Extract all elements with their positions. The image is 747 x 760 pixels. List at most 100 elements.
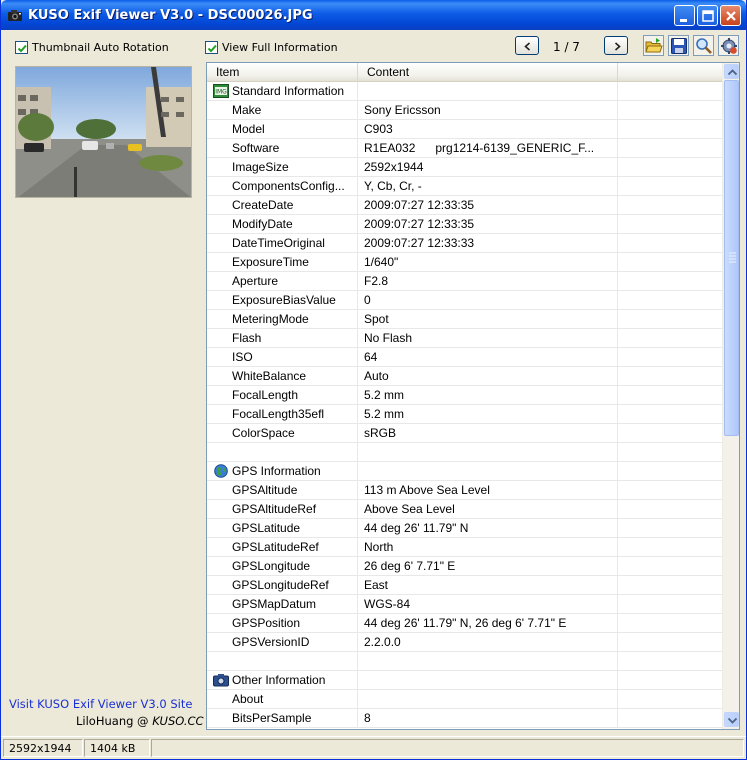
- item-cell: Aperture: [207, 272, 358, 290]
- table-row[interactable]: GPSLongitudeRef East: [207, 576, 724, 595]
- content-cell: sRGB: [358, 424, 618, 442]
- table-row[interactable]: GPSLatitude 44 deg 26' 11.79" N: [207, 519, 724, 538]
- table-row[interactable]: FocalLength35efl 5.2 mm: [207, 405, 724, 424]
- status-image-size: 2592x1944: [3, 739, 83, 757]
- content-cell: [358, 652, 618, 670]
- item-cell: GPSAltitudeRef: [207, 500, 358, 518]
- content-cell: 2009:07:27 12:33:33: [358, 234, 618, 252]
- item-cell: ComponentsConfig...: [207, 177, 358, 195]
- table-row[interactable]: GPSVersionID 2.2.0.0: [207, 633, 724, 652]
- table-row[interactable]: Make Sony Ericsson: [207, 101, 724, 120]
- content-cell: 5.2 mm: [358, 386, 618, 404]
- blank-row[interactable]: [207, 443, 724, 462]
- table-row[interactable]: ExposureTime 1/640": [207, 253, 724, 272]
- content-cell: [358, 443, 618, 461]
- table-row[interactable]: ComponentsConfig... Y, Cb, Cr, -: [207, 177, 724, 196]
- table-row[interactable]: GPSLatitudeRef North: [207, 538, 724, 557]
- status-file-size: 1404 kB: [84, 739, 150, 757]
- item-cell: GPSAltitude: [207, 481, 358, 499]
- blank-row[interactable]: [207, 652, 724, 671]
- content-cell: Auto: [358, 367, 618, 385]
- content-cell: 0: [358, 291, 618, 309]
- scroll-up-button[interactable]: [724, 64, 739, 79]
- author-credit: LiloHuang @ KUSO.CC: [76, 714, 204, 728]
- item-cell: GPSVersionID: [207, 633, 358, 651]
- table-row[interactable]: Software R1EA032 prg1214-6139_GENERIC_F..…: [207, 139, 724, 158]
- table-row[interactable]: Flash No Flash: [207, 329, 724, 348]
- credit-site: KUSO.CC: [152, 714, 204, 728]
- content-cell: 2009:07:27 12:33:35: [358, 196, 618, 214]
- minimize-button[interactable]: [674, 5, 695, 26]
- app-icon[interactable]: [7, 7, 23, 23]
- content-cell: [358, 671, 618, 689]
- content-cell: Spot: [358, 310, 618, 328]
- exif-list-view[interactable]: Item Content IMG Standard Information Make…: [206, 62, 740, 730]
- content-cell: 8: [358, 709, 618, 727]
- item-cell: FocalLength35efl: [207, 405, 358, 423]
- item-cell: GPSLongitude: [207, 557, 358, 575]
- table-row[interactable]: Model C903: [207, 120, 724, 139]
- content-cell: WGS-84: [358, 595, 618, 613]
- table-row[interactable]: GPSPosition 44 deg 26' 11.79" N, 26 deg 6…: [207, 614, 724, 633]
- photo-thumbnail: [15, 66, 192, 198]
- table-row[interactable]: GPSMapDatum WGS-84: [207, 595, 724, 614]
- item-cell: GPSMapDatum: [207, 595, 358, 613]
- table-row[interactable]: FocalLength 5.2 mm: [207, 386, 724, 405]
- item-cell: ColorSpace: [207, 424, 358, 442]
- scroll-down-button[interactable]: [724, 712, 739, 727]
- view-full-information-checkbox[interactable]: View Full Information: [205, 41, 338, 54]
- table-row[interactable]: ImageSize 2592x1944: [207, 158, 724, 177]
- checkbox-checked-icon: [15, 41, 28, 54]
- close-button[interactable]: [720, 5, 741, 26]
- open-folder-button[interactable]: [643, 35, 664, 56]
- item-cell: ISO: [207, 348, 358, 366]
- content-cell: 2.2.0.0: [358, 633, 618, 651]
- content-cell: [358, 82, 618, 100]
- content-cell: No Flash: [358, 329, 618, 347]
- save-button[interactable]: [668, 35, 689, 56]
- vertical-scrollbar[interactable]: [722, 63, 739, 729]
- group-header-row[interactable]: IMG Standard Information: [207, 82, 724, 101]
- table-row[interactable]: About: [207, 690, 724, 709]
- content-cell: 44 deg 26' 11.79" N: [358, 519, 618, 537]
- settings-button[interactable]: [718, 35, 739, 56]
- table-row[interactable]: ColorSpace sRGB: [207, 424, 724, 443]
- table-row[interactable]: DateTimeOriginal 2009:07:27 12:33:33: [207, 234, 724, 253]
- status-empty-panel: [151, 739, 744, 757]
- item-cell: GPSPosition: [207, 614, 358, 632]
- maximize-button[interactable]: [697, 5, 718, 26]
- table-row[interactable]: GPSAltitude 113 m Above Sea Level: [207, 481, 724, 500]
- table-row[interactable]: Aperture F2.8: [207, 272, 724, 291]
- content-cell: Above Sea Level: [358, 500, 618, 518]
- visit-site-link[interactable]: Visit KUSO Exif Viewer V3.0 Site: [9, 697, 192, 711]
- item-cell: About: [207, 690, 358, 708]
- item-cell: Model: [207, 120, 358, 138]
- table-row[interactable]: GPSLongitude 26 deg 6' 7.71" E: [207, 557, 724, 576]
- column-header-content[interactable]: Content: [358, 63, 618, 82]
- item-cell: Standard Information: [207, 82, 358, 100]
- search-button[interactable]: [693, 35, 714, 56]
- title-bar[interactable]: KUSO Exif Viewer V3.0 - DSC00026.JPG: [1, 0, 746, 30]
- column-header-item[interactable]: Item: [207, 63, 358, 82]
- content-cell: North: [358, 538, 618, 556]
- table-row[interactable]: ISO 64: [207, 348, 724, 367]
- item-cell: Software: [207, 139, 358, 157]
- table-row[interactable]: BitsPerSample 8: [207, 709, 724, 728]
- window-title: KUSO Exif Viewer V3.0 - DSC00026.JPG: [28, 8, 313, 23]
- table-row[interactable]: WhiteBalance Auto: [207, 367, 724, 386]
- scrollbar-thumb[interactable]: [724, 80, 739, 436]
- table-row[interactable]: ExposureBiasValue 0: [207, 291, 724, 310]
- item-cell: BitsPerSample: [207, 709, 358, 727]
- table-row[interactable]: CreateDate 2009:07:27 12:33:35: [207, 196, 724, 215]
- group-header-row[interactable]: Other Information: [207, 671, 724, 690]
- thumbnail-auto-rotation-checkbox[interactable]: Thumbnail Auto Rotation: [15, 41, 169, 54]
- previous-image-button[interactable]: [515, 36, 539, 55]
- next-image-button[interactable]: [604, 36, 628, 55]
- group-header-row[interactable]: GPS Information: [207, 462, 724, 481]
- status-bar: 2592x1944 1404 kB: [1, 736, 746, 758]
- table-row[interactable]: GPSAltitudeRef Above Sea Level: [207, 500, 724, 519]
- table-row[interactable]: ModifyDate 2009:07:27 12:33:35: [207, 215, 724, 234]
- app-window: KUSO Exif Viewer V3.0 - DSC00026.JPG Thu…: [0, 0, 747, 760]
- table-row[interactable]: MeteringMode Spot: [207, 310, 724, 329]
- content-cell: 2009:07:27 12:33:35: [358, 215, 618, 233]
